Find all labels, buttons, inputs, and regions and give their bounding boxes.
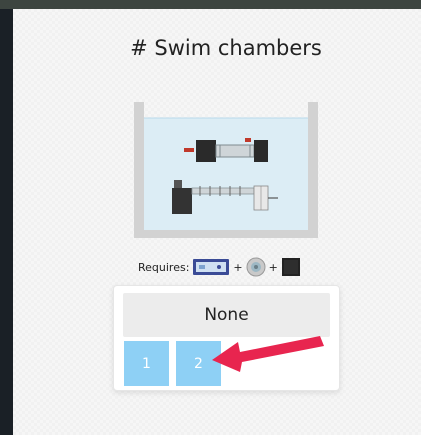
controller-icon [193,259,230,275]
section-title: # Swim chambers [130,36,322,60]
option-1-button[interactable]: 1 [124,341,169,386]
left-sidebar-edge [0,9,13,435]
sensor-icon [281,258,300,276]
top-bar [0,0,421,9]
plus-sign: + [268,260,278,274]
swim-chamber-image [134,102,318,238]
pump-icon [246,257,266,277]
plus-sign: + [233,260,243,274]
requires-row: Requires: + + [138,256,301,278]
requires-label: Requires: [138,260,190,274]
red-arrow-icon [212,336,324,372]
